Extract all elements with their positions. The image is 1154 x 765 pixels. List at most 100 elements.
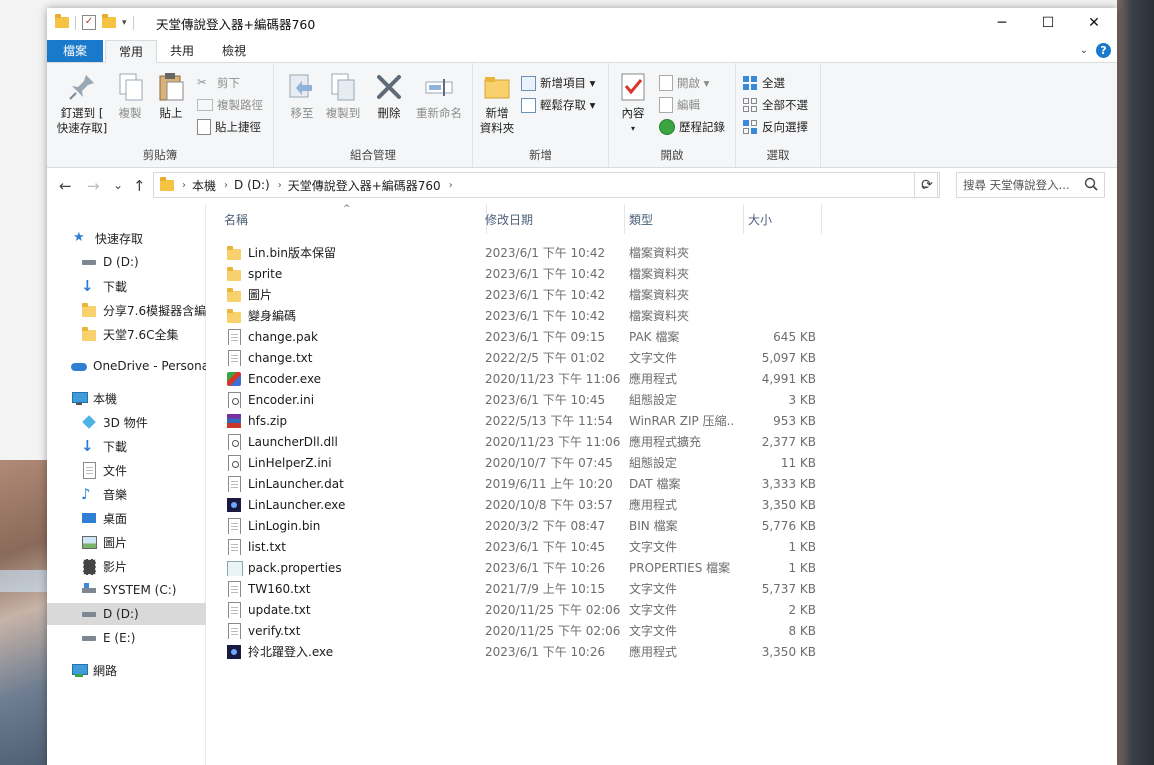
column-header-name[interactable]: 名稱 [215, 204, 487, 234]
document-icon [226, 538, 242, 555]
new-item-icon [521, 75, 536, 91]
clipboard-group-label: 剪貼簿 [142, 148, 178, 162]
column-header-size[interactable]: 大小 [743, 204, 822, 234]
table-row[interactable]: 拎北躍登入.exe 2023/6/1 下午 10:26 應用程式 3,350 KB [226, 641, 826, 662]
copy-path-button[interactable]: 複製路徑 [197, 97, 263, 113]
delete-button[interactable]: 刪除 [372, 69, 406, 121]
document-icon [226, 517, 242, 534]
file-name-cell: Lin.bin版本保留 [226, 244, 481, 261]
paste-shortcut-icon [197, 119, 211, 135]
file-type: 應用程式 [629, 645, 678, 659]
nav-this-pc[interactable]: 本機 [47, 387, 229, 409]
invert-selection-icon [742, 119, 758, 135]
table-row[interactable]: 變身編碼 2023/6/1 下午 10:42 檔案資料夾 [226, 305, 826, 326]
table-row[interactable]: Lin.bin版本保留 2023/6/1 下午 10:42 檔案資料夾 [226, 242, 826, 263]
folder-icon [226, 245, 242, 261]
table-row[interactable]: LinLauncher.dat 2019/6/11 上午 10:20 DAT 檔案 3… [226, 473, 826, 494]
new-item-button[interactable]: 新增項目 ▾ [521, 75, 595, 91]
help-icon[interactable]: ? [1096, 43, 1111, 58]
table-row[interactable]: change.pak 2023/6/1 下午 09:15 PAK 檔案 645 KB [226, 326, 826, 347]
table-row[interactable]: LinLogin.bin 2020/3/2 下午 08:47 BIN 檔案 5,776… [226, 515, 826, 536]
address-box[interactable]: › 本機 › D (D:) › 天堂傳說登入器+編碼器760 › ⌄ [153, 172, 938, 198]
properties-qat-icon[interactable]: ✓ [82, 15, 96, 30]
paste-shortcut-button[interactable]: 貼上捷徑 [197, 119, 261, 135]
file-list: ^ 名稱 修改日期 類型 大小 Lin.bin版本保留 2023/6/1 下午 1… [206, 204, 1117, 765]
file-name: Encoder.ini [248, 392, 315, 407]
select-none-button[interactable]: 全部不選 [742, 97, 808, 113]
move-to-button[interactable]: 移至 [284, 69, 320, 121]
nav-network[interactable]: 網路 [47, 659, 229, 681]
settings-file-icon [226, 433, 242, 450]
background-window-top [0, 0, 1154, 8]
quick-access-toolbar: ✓ ▾ [55, 14, 134, 30]
table-row[interactable]: LinHelperZ.ini 2020/10/7 下午 07:45 組態設定 11 K… [226, 452, 826, 473]
paste-button[interactable]: 貼上 [153, 69, 189, 121]
file-size: 5,097 KB [761, 350, 816, 365]
table-row[interactable]: sprite 2023/6/1 下午 10:42 檔案資料夾 [226, 263, 826, 284]
invert-selection-button[interactable]: 反向選擇 [742, 119, 808, 135]
edit-button[interactable]: 編輯 [659, 97, 700, 113]
back-button[interactable]: ← [59, 177, 72, 195]
ribbon-expand-icon[interactable]: ⌄ [1080, 45, 1088, 56]
tab-home[interactable]: 常用 [105, 40, 157, 64]
minimize-button[interactable]: ─ [979, 8, 1025, 38]
select-all-icon [742, 75, 758, 91]
pin-quick-access-button[interactable]: 釘選到 [ 快速存取] [53, 69, 111, 136]
table-row[interactable]: LinLauncher.exe 2020/10/8 下午 03:57 應用程式 3,3… [226, 494, 826, 515]
history-button[interactable]: 歷程記錄 [659, 119, 725, 135]
cut-button[interactable]: ✂ 剪下 [197, 75, 240, 91]
navigation-pane: ★ 快速存取 D (D:) ↓ 下載 分享7.6模擬器含編 天堂7.6C全集 O… [47, 204, 239, 765]
table-row[interactable]: Encoder.ini 2023/6/1 下午 10:45 組態設定 3 KB [226, 389, 826, 410]
table-row[interactable]: hfs.zip 2022/5/13 下午 11:54 WinRAR ZIP 压縮..… [226, 410, 826, 431]
rename-button[interactable]: 重新命名 [412, 69, 466, 121]
table-row[interactable]: pack.properties 2023/6/1 下午 10:26 PROPERTI… [226, 557, 826, 578]
maximize-button[interactable]: ☐ [1025, 8, 1071, 38]
customize-qat-icon[interactable]: ▾ [122, 18, 127, 28]
document-icon [226, 349, 242, 366]
select-all-button[interactable]: 全選 [742, 75, 785, 91]
tab-file[interactable]: 檔案 [47, 40, 103, 62]
nav-onedrive[interactable]: OneDrive - Personal [47, 355, 229, 377]
properties-button[interactable]: 內容 ▾ [615, 69, 651, 136]
document-icon [226, 475, 242, 492]
file-type: 應用程式擴充 [629, 435, 702, 449]
search-input[interactable] [957, 173, 1083, 197]
forward-button[interactable]: → [87, 177, 100, 195]
column-header-type[interactable]: 類型 [624, 204, 744, 234]
tab-share[interactable]: 共用 [159, 40, 205, 62]
file-name: update.txt [248, 602, 311, 617]
breadcrumb-this-pc[interactable]: 本機 [192, 177, 216, 194]
copy-to-button[interactable]: 複製到 [322, 69, 364, 121]
search-icon[interactable] [1084, 177, 1098, 194]
application-icon [226, 497, 242, 513]
nav-quick-access[interactable]: ★ 快速存取 [47, 227, 231, 249]
column-header-date[interactable]: 修改日期 [480, 204, 625, 234]
new-folder-qat-icon[interactable] [102, 14, 116, 28]
new-folder-button[interactable]: 新增 資料夾 [477, 69, 517, 136]
close-button[interactable]: ✕ [1071, 8, 1117, 38]
file-name: 拎北躍登入.exe [248, 645, 334, 659]
recent-locations-button[interactable]: ⌄ [113, 178, 123, 192]
refresh-button[interactable]: ⟳ [914, 172, 940, 198]
file-name-cell: LinLauncher.dat [226, 475, 481, 492]
copy-button[interactable]: 複製 [113, 69, 147, 121]
up-button[interactable]: ↑ [133, 177, 146, 195]
breadcrumb-d-drive[interactable]: D (D:) [234, 178, 270, 192]
edit-icon [659, 97, 673, 113]
table-row[interactable]: LauncherDll.dll 2020/11/23 下午 11:06 應用程式擴充… [226, 431, 826, 452]
file-date: 2020/11/23 下午 11:06 [485, 435, 621, 449]
table-row[interactable]: verify.txt 2020/11/25 下午 02:06 文字文件 8 KB [226, 620, 826, 641]
table-row[interactable]: update.txt 2020/11/25 下午 02:06 文字文件 2 KB [226, 599, 826, 620]
folder-icon [226, 266, 242, 282]
tab-view[interactable]: 檢視 [211, 40, 257, 62]
easy-access-button[interactable]: 輕鬆存取 ▾ [521, 97, 595, 113]
table-row[interactable]: change.txt 2022/2/5 下午 01:02 文字文件 5,097 KB [226, 347, 826, 368]
table-row[interactable]: Encoder.exe 2020/11/23 下午 11:06 應用程式 4,991 … [226, 368, 826, 389]
table-row[interactable]: TW160.txt 2021/7/9 上午 10:15 文字文件 5,737 KB [226, 578, 826, 599]
open-button[interactable]: 開啟 ▾ [659, 75, 709, 91]
open-group: 內容 ▾ 開啟 ▾ 編輯 歷程記錄 開啟 [609, 63, 736, 167]
file-size: 953 KB [773, 413, 816, 428]
breadcrumb-current-folder[interactable]: 天堂傳說登入器+編碼器760 [288, 177, 441, 194]
table-row[interactable]: list.txt 2023/6/1 下午 10:45 文字文件 1 KB [226, 536, 826, 557]
table-row[interactable]: 圖片 2023/6/1 下午 10:42 檔案資料夾 [226, 284, 826, 305]
